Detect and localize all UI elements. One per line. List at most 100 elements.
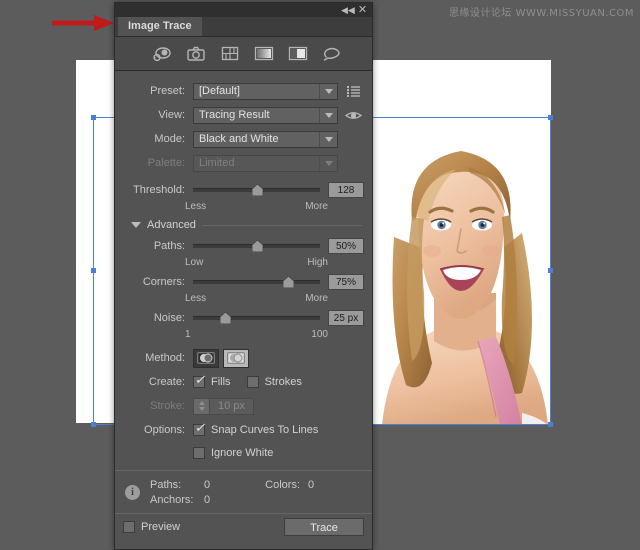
mode-row-spacer (342, 131, 364, 148)
portrait-photo-image (372, 117, 551, 425)
paths-max-label: High (307, 257, 328, 271)
info-colors-label: Colors: (254, 479, 300, 491)
triangle-down-icon[interactable] (131, 222, 141, 228)
stroke-row: Stroke: 10 px (115, 394, 372, 418)
preset-row: Preset: [Default] (115, 79, 372, 103)
noise-slider-thumb[interactable] (220, 312, 231, 324)
paths-label: Paths: (115, 240, 193, 252)
stroke-stepper: 10 px (193, 398, 254, 415)
ignore-white-checkbox[interactable]: Ignore White (193, 447, 273, 459)
collapse-left-icon[interactable]: ◀◀ (341, 4, 354, 16)
palette-row-spacer (342, 155, 364, 172)
corners-end-labels: Less More (115, 293, 372, 307)
paths-slider-thumb[interactable] (252, 240, 263, 252)
image-trace-panel[interactable]: ◀◀ ✕ Image Trace (114, 2, 373, 550)
advanced-disclosure[interactable]: Advanced (115, 215, 372, 235)
noise-min-label: 1 (185, 329, 191, 343)
noise-slider[interactable] (193, 310, 320, 326)
corners-label: Corners: (115, 276, 193, 288)
paths-value[interactable]: 50% (328, 238, 364, 254)
view-value: Tracing Result (194, 109, 270, 121)
advanced-divider (202, 225, 362, 226)
info-paths-label: Paths: (150, 479, 204, 491)
fills-checkbox[interactable]: ✓ Fills (193, 376, 231, 388)
mode-value: Black and White (194, 133, 278, 145)
view-label: View: (115, 109, 193, 121)
low-color-icon[interactable] (219, 44, 241, 64)
view-select[interactable]: Tracing Result (193, 107, 338, 124)
info-icon: i (125, 485, 140, 500)
threshold-value[interactable]: 128 (328, 182, 364, 198)
ignore-white-row: Ignore White (115, 442, 372, 464)
trace-button[interactable]: Trace (284, 518, 364, 536)
black-and-white-icon[interactable] (287, 44, 309, 64)
eye-icon[interactable] (342, 107, 364, 124)
close-icon[interactable]: ✕ (356, 4, 369, 16)
trace-info-area: i Paths: 0 Colors: 0 Anchors: 0 (115, 471, 372, 513)
ignore-white-label: Ignore White (211, 447, 273, 459)
fills-checkbox-box[interactable]: ✓ (193, 376, 205, 388)
overlapping-method-icon[interactable] (223, 349, 249, 368)
threshold-min-label: Less (185, 201, 206, 215)
palette-select: Limited (193, 155, 338, 172)
preview-label: Preview (141, 521, 180, 533)
chevron-down-icon[interactable] (319, 108, 337, 123)
high-color-icon[interactable] (185, 44, 207, 64)
info-paths-line: Paths: 0 Colors: 0 (150, 477, 372, 492)
stroke-value: 10 px (210, 400, 253, 412)
abutting-method-icon[interactable] (193, 349, 219, 368)
threshold-max-label: More (305, 201, 328, 215)
palette-label: Palette: (115, 157, 193, 169)
preset-label: Preset: (115, 85, 193, 97)
snap-curves-checkbox-box[interactable]: ✓ (193, 424, 205, 436)
corners-slider[interactable] (193, 274, 320, 290)
corners-max-label: More (305, 293, 328, 307)
view-row: View: Tracing Result (115, 103, 372, 127)
advanced-label: Advanced (147, 219, 196, 231)
preview-checkbox[interactable]: Preview (123, 521, 284, 533)
threshold-row: Threshold: 128 (115, 179, 372, 201)
panel-body: Preset: [Default] View: Tr (115, 71, 372, 540)
threshold-slider-thumb[interactable] (252, 184, 263, 196)
strokes-checkbox[interactable]: Strokes (247, 376, 302, 388)
corners-slider-thumb[interactable] (283, 276, 294, 288)
chevron-down-icon[interactable] (319, 132, 337, 147)
preset-menu-icon[interactable] (342, 83, 364, 100)
info-anchors-line: Anchors: 0 (150, 492, 372, 507)
method-label: Method: (115, 352, 193, 364)
panel-tabstrip[interactable]: Image Trace (115, 17, 372, 37)
portrait-photo[interactable] (372, 117, 551, 425)
ignore-white-checkbox-box[interactable] (193, 447, 205, 459)
grayscale-icon[interactable] (253, 44, 275, 64)
preset-value: [Default] (194, 85, 240, 97)
noise-row: Noise: 25 px (115, 307, 372, 329)
palette-row: Palette: Limited (115, 151, 372, 175)
mode-select[interactable]: Black and White (193, 131, 338, 148)
preset-toolbar[interactable] (115, 37, 372, 71)
stroke-label: Stroke: (115, 400, 193, 412)
preset-select[interactable]: [Default] (193, 83, 338, 100)
noise-label: Noise: (115, 312, 193, 324)
preview-checkbox-box[interactable] (123, 521, 135, 533)
panel-titlebar[interactable]: ◀◀ ✕ (115, 3, 372, 17)
corners-row: Corners: 75% (115, 271, 372, 293)
noise-max-label: 100 (311, 329, 328, 343)
threshold-slider[interactable] (193, 182, 320, 198)
corners-min-label: Less (185, 293, 206, 307)
corners-value[interactable]: 75% (328, 274, 364, 290)
paths-slider[interactable] (193, 238, 320, 254)
site-watermark: 思缘设计论坛 WWW.MISSYUAN.COM (449, 4, 634, 19)
auto-color-icon[interactable] (151, 44, 173, 64)
options-row: Options: ✓ Snap Curves To Lines (115, 418, 372, 442)
tab-image-trace[interactable]: Image Trace (118, 17, 202, 36)
outline-icon[interactable] (321, 44, 343, 64)
noise-value[interactable]: 25 px (328, 310, 364, 326)
strokes-checkbox-box[interactable] (247, 376, 259, 388)
method-row: Method: (115, 346, 372, 370)
threshold-end-labels: Less More (115, 201, 372, 215)
panel-footer: Preview Trace (115, 514, 372, 540)
create-row: Create: ✓ Fills Strokes (115, 370, 372, 394)
chevron-down-icon[interactable] (319, 84, 337, 99)
snap-curves-checkbox[interactable]: ✓ Snap Curves To Lines (193, 424, 318, 436)
threshold-label: Threshold: (115, 184, 193, 196)
